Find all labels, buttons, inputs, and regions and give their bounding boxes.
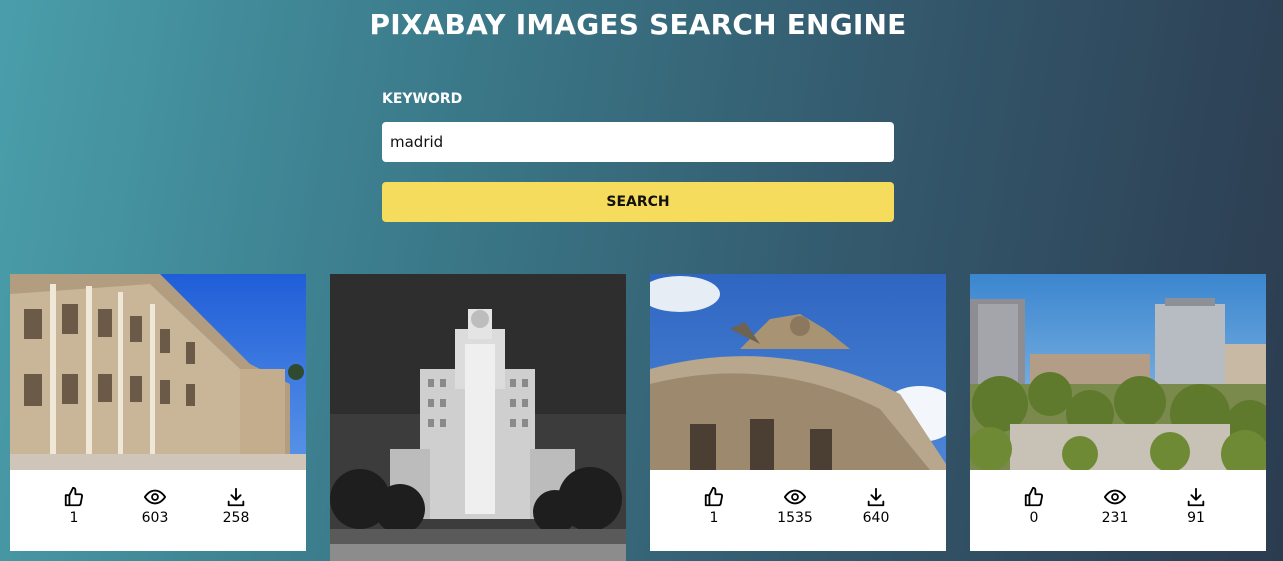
result-image[interactable]	[330, 274, 626, 561]
views-stat: 603	[135, 486, 175, 551]
downloads-count: 640	[862, 510, 890, 526]
result-card[interactable]	[330, 274, 626, 561]
downloads-count: 91	[1187, 510, 1205, 526]
download-icon	[1187, 487, 1205, 507]
likes-count: 1	[709, 510, 719, 526]
result-card[interactable]: 0 231 91	[970, 274, 1266, 551]
views-count: 603	[141, 510, 169, 526]
keyword-input[interactable]	[382, 122, 894, 162]
search-button[interactable]: SEARCH	[382, 182, 894, 222]
download-icon	[867, 487, 885, 507]
likes-count: 0	[1029, 510, 1039, 526]
image-stats: 1 603 258	[10, 470, 306, 551]
image-stats: 1 1535 640	[650, 470, 946, 551]
views-count: 231	[1101, 510, 1129, 526]
views-stat: 231	[1095, 486, 1135, 551]
download-icon	[227, 487, 245, 507]
thumbs-up-icon	[1024, 486, 1044, 507]
views-count: 1535	[777, 510, 813, 526]
result-image[interactable]	[970, 274, 1266, 470]
eye-icon	[784, 489, 806, 505]
eye-icon	[144, 489, 166, 505]
keyword-label: KEYWORD	[382, 91, 463, 107]
image-stats: 0 231 91	[970, 470, 1266, 551]
page-title: PIXABAY IMAGES SEARCH ENGINE	[369, 8, 907, 41]
downloads-stat: 640	[856, 486, 896, 551]
thumbs-up-icon	[704, 486, 724, 507]
result-image[interactable]	[650, 274, 946, 470]
result-card[interactable]: 1 1535 640	[650, 274, 946, 551]
likes-stat: 1	[694, 486, 734, 551]
downloads-stat: 91	[1176, 486, 1216, 551]
thumbs-up-icon	[64, 486, 84, 507]
downloads-stat: 258	[216, 486, 256, 551]
result-image[interactable]	[10, 274, 306, 470]
eye-icon	[1104, 489, 1126, 505]
likes-stat: 1	[54, 486, 94, 551]
downloads-count: 258	[222, 510, 250, 526]
result-card[interactable]: 1 603 258	[10, 274, 306, 551]
likes-count: 1	[69, 510, 79, 526]
search-form: KEYWORD SEARCH	[382, 90, 894, 222]
likes-stat: 0	[1014, 486, 1054, 551]
views-stat: 1535	[775, 486, 815, 551]
